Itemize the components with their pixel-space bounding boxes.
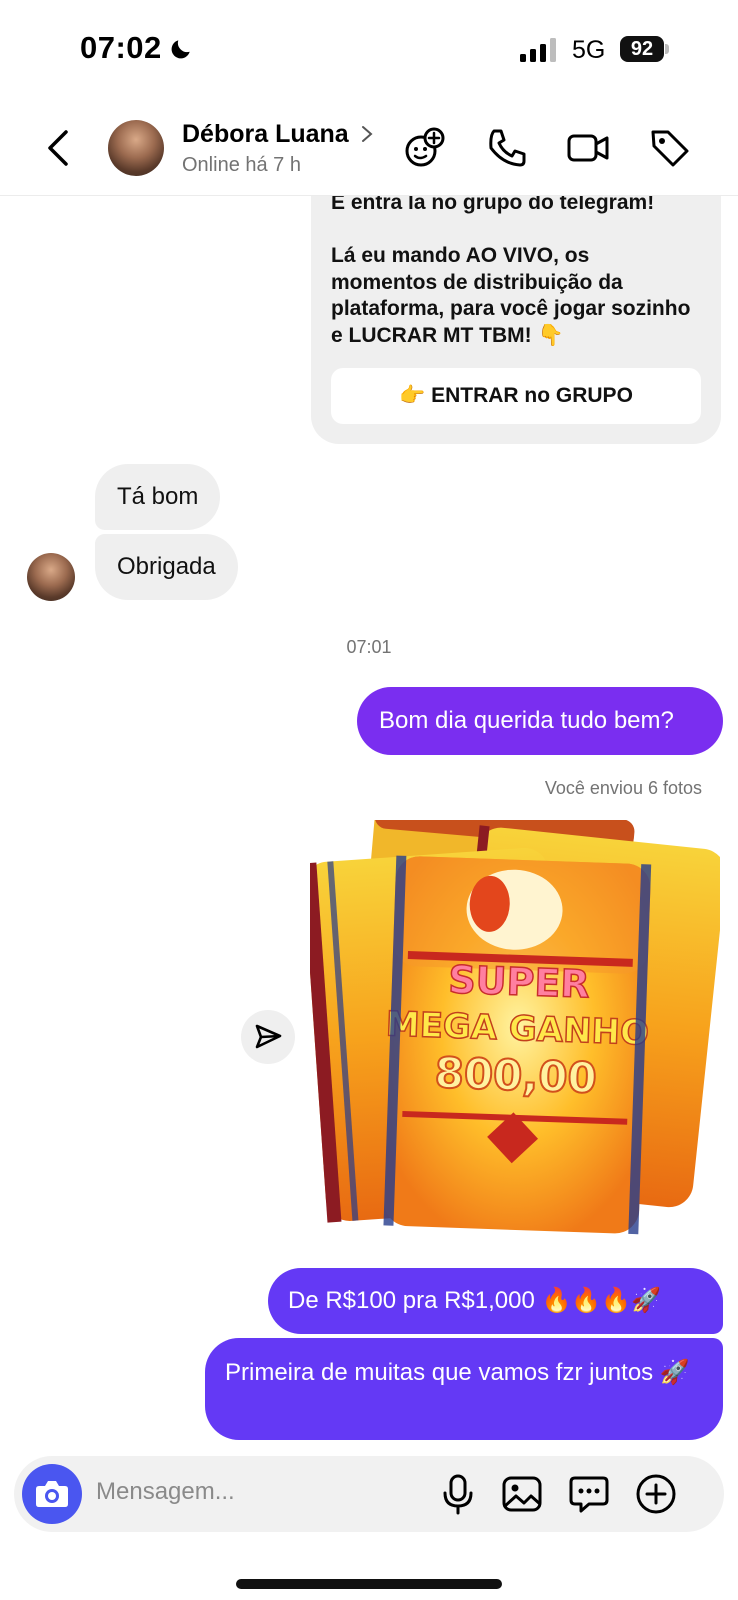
photo-text-amount: 800,00 [434,1048,598,1103]
status-time: 07:02 [80,30,162,65]
received-message[interactable]: Tá bom [95,464,221,530]
sticker-chat-icon[interactable] [567,1472,611,1516]
sent-message[interactable]: Bom dia querida tudo bem? [357,687,723,755]
chat-header: Débora Luana Online há 7 h [0,100,738,196]
message-input[interactable]: Mensagem... [96,1478,235,1506]
join-group-button[interactable]: 👉 ENTRAR no GRUPO [331,368,701,424]
photo-stack-graphic: SUPER MEGA GANHO 800,00 [302,798,726,1235]
contact-name[interactable]: Débora Luana [182,120,349,149]
sent-message[interactable]: Primeira de muitas que vamos fzr juntos … [205,1338,723,1440]
tag-icon[interactable] [648,126,692,170]
sent-message[interactable]: De R$100 pra R$1,000 🔥🔥🔥🚀 [268,1268,723,1334]
share-button[interactable] [241,1010,295,1064]
camera-button[interactable] [22,1464,82,1524]
chevron-right-icon[interactable] [360,124,374,144]
message-timestamp: 07:01 [346,637,392,657]
contact-avatar-small[interactable] [27,553,75,601]
battery-icon: 92 [620,36,669,62]
back-arrow-icon[interactable] [44,128,74,168]
received-message[interactable]: Obrigada [95,534,238,600]
home-indicator[interactable] [236,1579,502,1589]
add-circle-icon[interactable] [634,1472,678,1516]
contact-avatar[interactable] [108,120,164,176]
received-promo-card: E entra la no grupo do telegram! Lá eu m… [311,160,721,444]
contact-status: Online há 7 h [182,154,301,176]
message-composer: Mensagem... [14,1456,724,1532]
status-bar: 07:02 5G 92 [0,0,738,100]
battery-cap [665,44,669,54]
photo-stack[interactable]: SUPER MEGA GANHO 800,00 [302,798,726,1250]
gallery-icon[interactable] [500,1472,544,1516]
camera-icon [36,1481,68,1507]
photo-text-super: SUPER [448,957,591,1006]
microphone-icon[interactable] [436,1472,480,1516]
video-call-icon[interactable] [566,126,610,170]
sticker-add-icon[interactable] [403,126,447,170]
paper-plane-icon [255,1024,282,1049]
phone-call-icon[interactable] [485,126,529,170]
signal-icon [520,38,556,62]
promo-card-text: E entra la no grupo do telegram! Lá eu m… [331,191,691,347]
network-label: 5G [572,36,606,64]
moon-icon [171,40,190,59]
battery-level: 92 [620,36,664,62]
sent-photos-label: Você enviou 6 fotos [544,778,702,798]
